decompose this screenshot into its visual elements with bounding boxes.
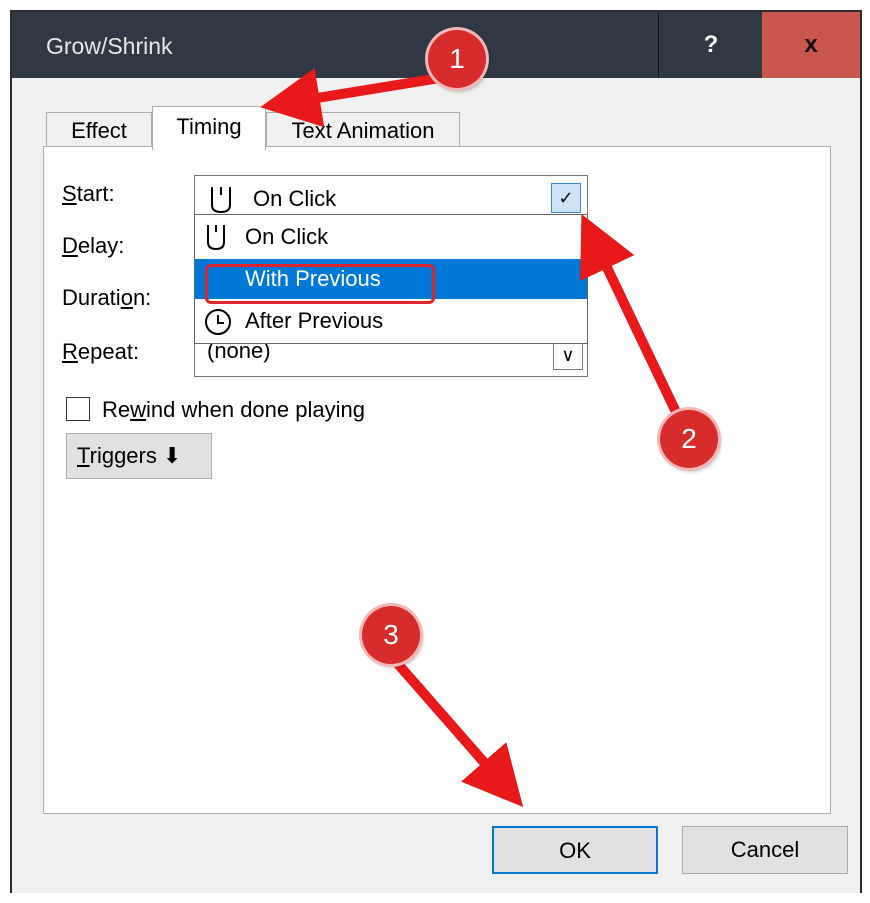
annotation-badge-3: 3	[362, 606, 420, 664]
arrow-2	[580, 213, 681, 415]
annotation-badge-1: 1	[428, 30, 486, 88]
annotation-badge-2: 2	[660, 410, 718, 468]
annotation-arrows	[260, 67, 681, 808]
arrow-1	[260, 67, 441, 128]
arrow-3	[394, 660, 524, 808]
